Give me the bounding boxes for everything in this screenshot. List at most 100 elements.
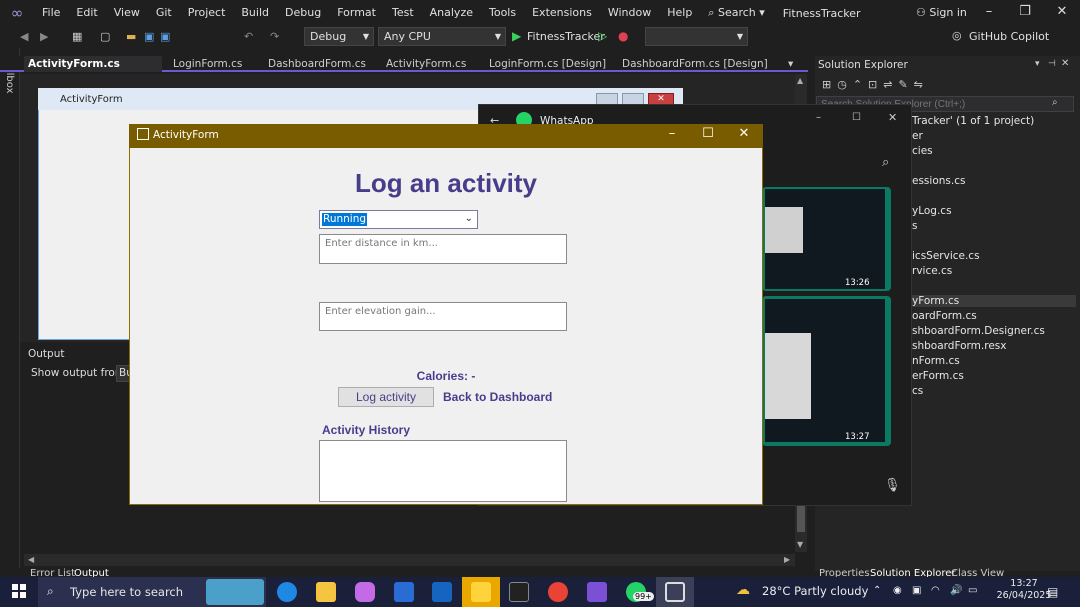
- tab-loginform[interactable]: LoginForm.cs: [169, 56, 246, 72]
- tree-item[interactable]: rvice.cs: [912, 265, 952, 277]
- restore-icon[interactable]: ❐: [1015, 4, 1035, 19]
- minimize-icon[interactable]: –: [979, 4, 999, 19]
- tray-app-icon[interactable]: ◉: [893, 585, 902, 596]
- tree-item[interactable]: cies: [912, 145, 933, 157]
- menu-window[interactable]: Window: [600, 0, 659, 26]
- menu-analyze[interactable]: Analyze: [422, 0, 481, 26]
- winforms-app-icon[interactable]: [665, 582, 685, 602]
- menu-debug[interactable]: Debug: [277, 0, 329, 26]
- tab-dashboardform-design[interactable]: DashboardForm.cs [Design]: [618, 56, 772, 72]
- tab-overflow-icon[interactable]: ▾: [784, 56, 797, 72]
- redo-icon[interactable]: ↷: [270, 30, 279, 43]
- hot-reload-icon[interactable]: ●: [618, 29, 628, 43]
- menu-extensions[interactable]: Extensions: [524, 0, 600, 26]
- scroll-right-icon[interactable]: ▶: [784, 555, 790, 564]
- store-icon[interactable]: [394, 582, 414, 602]
- scroll-left-icon[interactable]: ◀: [28, 555, 34, 564]
- wa-maximize-icon[interactable]: ☐: [852, 112, 861, 123]
- wa-minimize-icon[interactable]: –: [816, 112, 821, 123]
- visual-studio-icon[interactable]: [587, 582, 607, 602]
- tree-item[interactable]: nForm.cs: [912, 355, 960, 367]
- search-icon[interactable]: ⌕: [882, 155, 889, 170]
- solution-toolbar-icons[interactable]: ⊞◷⌃⊡⇌✎⇋: [822, 78, 929, 91]
- menu-format[interactable]: Format: [329, 0, 384, 26]
- toolbox-strip[interactable]: Toolbox: [0, 48, 20, 568]
- panel-menu-icon[interactable]: ▾: [1035, 59, 1040, 69]
- open-folder-icon[interactable]: ▬: [126, 30, 136, 43]
- start-without-debug-icon[interactable]: ▷: [598, 29, 607, 43]
- terminal-icon[interactable]: [509, 582, 529, 602]
- chrome-icon[interactable]: [548, 582, 568, 602]
- forward-nav-icon[interactable]: ▶: [40, 30, 48, 43]
- menu-edit[interactable]: Edit: [68, 0, 105, 26]
- menu-test[interactable]: Test: [384, 0, 422, 26]
- menu-tools[interactable]: Tools: [481, 0, 524, 26]
- platform-select[interactable]: Any CPU ▼: [378, 27, 506, 46]
- scroll-down-icon[interactable]: ▼: [797, 540, 803, 549]
- menu-file[interactable]: File: [34, 0, 68, 26]
- activity-history-list[interactable]: [319, 440, 567, 502]
- copilot-app-icon[interactable]: [355, 582, 375, 602]
- tab-activityform-design[interactable]: ActivityForm.cs [Design] ⊣ ✕: [24, 56, 162, 86]
- microphone-icon[interactable]: 🎙: [884, 478, 901, 493]
- distance-input[interactable]: Enter distance in km...: [319, 234, 567, 264]
- tree-item-selected[interactable]: yForm.cs: [908, 295, 1076, 307]
- pin-icon[interactable]: ⊣: [1048, 59, 1056, 69]
- debug-target-select[interactable]: ▼: [645, 27, 748, 46]
- tree-item[interactable]: erForm.cs: [912, 370, 964, 382]
- back-to-dashboard-button[interactable]: Back to Dashboard: [443, 390, 552, 404]
- scroll-up-icon[interactable]: ▲: [797, 76, 803, 85]
- edge-icon[interactable]: [277, 582, 297, 602]
- new-project-icon[interactable]: ▦: [72, 30, 82, 43]
- panel-close-icon[interactable]: ✕: [1061, 58, 1069, 69]
- log-activity-button[interactable]: Log activity: [338, 387, 434, 407]
- wa-close-icon[interactable]: ✕: [888, 111, 897, 124]
- activity-type-select[interactable]: Running ⌄: [319, 210, 478, 229]
- search-menu[interactable]: ⌕ Search ▾: [708, 6, 765, 20]
- tree-item[interactable]: yLog.cs: [912, 205, 952, 217]
- tab-loginform-design[interactable]: LoginForm.cs [Design]: [485, 56, 610, 72]
- weather-text[interactable]: 28°C Partly cloudy: [762, 584, 868, 598]
- file-explorer-icon[interactable]: [316, 582, 336, 602]
- tree-item[interactable]: cs: [912, 385, 923, 397]
- outlook-icon[interactable]: [432, 582, 452, 602]
- tree-item[interactable]: oardForm.cs: [912, 310, 977, 322]
- menu-view[interactable]: View: [106, 0, 148, 26]
- battery-icon[interactable]: ▭: [968, 585, 977, 596]
- tree-item[interactable]: s: [912, 220, 917, 232]
- clock[interactable]: 13:27 26/04/2025: [996, 578, 1052, 602]
- sign-in-button[interactable]: ⚇ Sign in: [916, 6, 967, 19]
- sticky-notes-icon[interactable]: [471, 582, 491, 602]
- network-icon[interactable]: ◠: [931, 585, 940, 596]
- output-horizontal-scrollbar[interactable]: ◀ ▶: [24, 554, 795, 566]
- menu-project[interactable]: Project: [180, 0, 234, 26]
- elevation-input[interactable]: Enter elevation gain...: [319, 302, 567, 331]
- undo-icon[interactable]: ↶: [244, 30, 253, 43]
- save-icon[interactable]: ▣: [144, 30, 154, 43]
- run-target-button[interactable]: FitnessTracker: [527, 30, 605, 43]
- chevron-up-icon[interactable]: ⌃: [873, 585, 881, 596]
- tree-item[interactable]: shboardForm.resx: [912, 340, 1006, 352]
- tab-dashboardform[interactable]: DashboardForm.cs: [264, 56, 370, 72]
- tab-activityform[interactable]: ActivityForm.cs: [382, 56, 470, 72]
- start-debug-icon[interactable]: ▶: [512, 29, 521, 43]
- tree-item[interactable]: shboardForm.Designer.cs: [912, 325, 1045, 337]
- tray-app-icon[interactable]: ▣: [912, 585, 921, 596]
- save-all-icon[interactable]: ▣: [160, 30, 170, 43]
- scroll-thumb[interactable]: [797, 506, 805, 532]
- form-maximize-icon[interactable]: ☐: [697, 126, 719, 141]
- menu-git[interactable]: Git: [148, 0, 180, 26]
- configuration-select[interactable]: Debug ▼: [304, 27, 374, 46]
- volume-icon[interactable]: 🔊: [950, 585, 962, 596]
- form-close-icon[interactable]: ✕: [733, 126, 755, 141]
- menu-help[interactable]: Help: [659, 0, 700, 26]
- tree-item[interactable]: icsService.cs: [912, 250, 980, 262]
- close-icon[interactable]: ✕: [1052, 4, 1072, 19]
- notifications-icon[interactable]: ▤: [1047, 585, 1058, 599]
- tree-item[interactable]: er: [912, 130, 923, 142]
- menu-build[interactable]: Build: [233, 0, 277, 26]
- tree-item[interactable]: Tracker' (1 of 1 project): [912, 115, 1034, 127]
- new-item-icon[interactable]: ▢: [100, 30, 110, 43]
- github-copilot-button[interactable]: GitHub Copilot: [969, 30, 1049, 43]
- tree-item[interactable]: essions.cs: [912, 175, 965, 187]
